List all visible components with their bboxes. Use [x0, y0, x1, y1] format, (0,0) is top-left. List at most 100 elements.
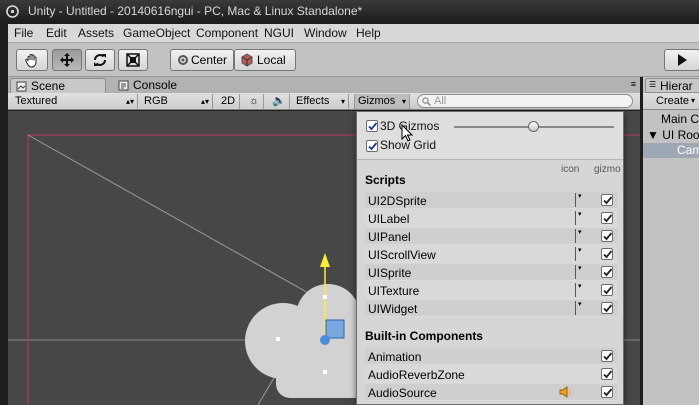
gizmo-row-animation[interactable]: Animation — [365, 348, 617, 365]
gizmo-row-uiwidget[interactable]: UIWidget ▾ — [365, 300, 617, 317]
row-label: UIScrollView — [368, 248, 436, 262]
icon-dropdown[interactable]: ▾ — [575, 265, 585, 279]
gizmo-checkbox[interactable] — [601, 212, 613, 224]
checkmark-icon — [368, 142, 378, 151]
play-icon — [678, 54, 687, 66]
gizmo-checkbox[interactable] — [601, 284, 613, 296]
gizmo-row-uipanel[interactable]: UIPanel ▾ — [365, 228, 617, 245]
gizmo-row-audiosource[interactable]: AudioSource — [365, 384, 617, 401]
icon-size-slider-thumb[interactable] — [528, 121, 539, 132]
gizmo-checkbox[interactable] — [601, 368, 613, 380]
menu-file[interactable]: File — [14, 26, 33, 40]
gizmo-row-ui2dsprite[interactable]: UI2DSprite ▾ — [365, 192, 617, 209]
icon-dropdown[interactable]: ▾ — [575, 193, 585, 207]
xy-plane-handle[interactable] — [325, 319, 345, 339]
effects-label: Effects — [296, 95, 330, 107]
show-grid-checkbox[interactable] — [366, 140, 378, 152]
checkmark-icon — [603, 304, 613, 313]
2d-label: 2D — [221, 95, 236, 107]
expand-arrow-icon[interactable]: ▼ — [647, 128, 659, 142]
gizmo-row-uiscrollview[interactable]: UIScrollView ▾ — [365, 246, 617, 263]
y-arrow-icon[interactable] — [320, 253, 330, 267]
gizmo-row-uilabel[interactable]: UILabel ▾ — [365, 210, 617, 227]
scene-lighting-button[interactable]: ☼ — [242, 94, 264, 109]
checkmark-icon — [603, 250, 613, 259]
dropdown-arrow-icon: ▾ — [401, 97, 406, 106]
gizmos-dropdown[interactable]: Gizmos ▾ — [354, 94, 410, 109]
gizmo-row-uitexture[interactable]: UITexture ▾ — [365, 282, 617, 299]
row-label: AudioSource — [368, 386, 437, 400]
gizmo-checkbox[interactable] — [601, 302, 613, 314]
gizmo-row-audioreverbzone[interactable]: AudioReverbZone — [365, 366, 617, 383]
tab-console[interactable]: Console — [113, 78, 203, 93]
menu-ngui[interactable]: NGUI — [264, 26, 294, 40]
checkmark-icon — [603, 196, 613, 205]
color-mode-dropdown[interactable]: RGB ▴▾ — [141, 94, 213, 109]
gizmo-checkbox[interactable] — [601, 350, 613, 362]
checkmark-icon — [603, 268, 613, 277]
checkmark-icon — [603, 286, 613, 295]
hierarchy-tab-icon: ☰ — [649, 80, 657, 89]
gizmo-checkbox[interactable] — [601, 386, 613, 398]
search-placeholder: All — [434, 95, 447, 107]
unity-logo-icon — [6, 5, 19, 18]
search-icon — [422, 97, 431, 106]
tab-hierarchy[interactable]: ☰ Hierar — [645, 78, 699, 93]
icon-dropdown[interactable]: ▾ — [575, 247, 585, 261]
icon-dropdown[interactable]: ▾ — [575, 229, 585, 243]
tab-hierarchy-label: Hierar — [660, 79, 693, 93]
icon-dropdown[interactable]: ▾ — [575, 283, 585, 297]
gizmo-row-uisprite[interactable]: UISprite ▾ — [365, 264, 617, 281]
2d-toggle-button[interactable]: 2D — [218, 94, 240, 109]
hierarchy-item[interactable]: Main C — [661, 112, 699, 126]
dropdown-arrow-icon: ▾ — [691, 96, 696, 105]
scale-tool-button[interactable] — [118, 49, 148, 71]
title-bar: Unity - Untitled - 20140616ngui - PC, Ma… — [0, 0, 699, 23]
row-label: UI2DSprite — [368, 194, 427, 208]
play-button[interactable] — [664, 49, 699, 71]
3d-gizmos-checkbox[interactable] — [366, 120, 378, 132]
tab-console-label: Console — [133, 78, 178, 92]
scene-view-toolbar: Textured ▴▾ RGB ▴▾ 2D ☼ 🔈 Effects ▾ Gizmos ▾… — [8, 93, 640, 110]
hierarchy-panel: ☰ Hierar Create ▾ Main C ▼ UI Roo Cam — [641, 77, 699, 405]
create-dropdown[interactable]: Create — [656, 95, 689, 107]
menu-assets[interactable]: Assets — [78, 26, 114, 40]
menu-edit[interactable]: Edit — [46, 26, 67, 40]
row-label: UIPanel — [368, 230, 411, 244]
rotate-tool-button[interactable] — [85, 49, 115, 71]
pivot-handle[interactable] — [320, 335, 330, 345]
effects-dropdown[interactable]: Effects ▾ — [293, 94, 349, 109]
menu-window[interactable]: Window — [304, 26, 347, 40]
render-mode-dropdown[interactable]: Textured ▴▾ — [12, 94, 138, 109]
icon-dropdown[interactable]: ▾ — [575, 301, 585, 315]
icon-dropdown[interactable]: ▾ — [575, 211, 585, 225]
speaker-icon[interactable] — [559, 386, 573, 398]
checkmark-icon — [603, 232, 613, 241]
space-toggle-button[interactable]: Local — [234, 49, 296, 71]
row-label: UITexture — [368, 284, 420, 298]
panel-menu-icon[interactable]: ≡ — [631, 80, 636, 89]
gizmo-checkbox[interactable] — [601, 194, 613, 206]
menu-gameobject[interactable]: GameObject — [123, 26, 190, 40]
gizmos-popup: 3D Gizmos Show Grid icon gizmo Scripts U… — [356, 111, 624, 405]
checkmark-icon — [603, 352, 613, 361]
gizmo-checkbox[interactable] — [601, 230, 613, 242]
updown-arrow-icon: ▴▾ — [125, 97, 134, 106]
checkmark-icon — [603, 214, 613, 223]
menu-component[interactable]: Component — [196, 26, 258, 40]
scene-audio-button[interactable]: 🔈 — [266, 94, 290, 109]
row-label: UISprite — [368, 266, 412, 280]
scene-search-input[interactable]: All — [417, 94, 633, 108]
menu-help[interactable]: Help — [356, 26, 381, 40]
main-toolbar: Center Local — [8, 43, 699, 77]
hand-tool-button[interactable] — [16, 49, 48, 71]
hierarchy-item-selected[interactable]: Cam — [643, 143, 699, 158]
hierarchy-item[interactable]: ▼ UI Roo — [647, 128, 699, 142]
hierarchy-item-label: UI Roo — [662, 128, 699, 142]
gizmo-checkbox[interactable] — [601, 248, 613, 260]
move-tool-button[interactable] — [52, 49, 82, 71]
pivot-toggle-button[interactable]: Center — [170, 49, 234, 71]
move-arrows-icon — [60, 53, 74, 67]
gizmo-checkbox[interactable] — [601, 266, 613, 278]
tab-scene[interactable]: Scene — [10, 78, 106, 93]
